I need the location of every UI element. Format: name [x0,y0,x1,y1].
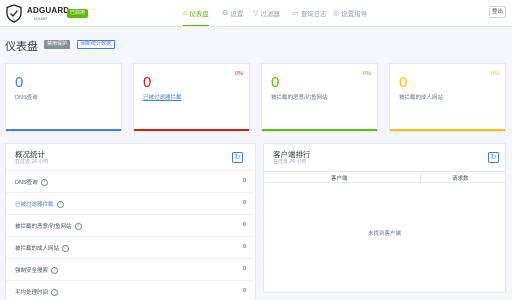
nav-query-log-label: 查询日志 [300,11,327,18]
column-header-requests[interactable]: 请求数 [452,174,469,182]
page-title: 仪表盘 [5,41,38,53]
clients-subtitle: 在过去 24 小时 [273,159,307,165]
nav-dashboard-label: 仪表盘 [189,11,209,18]
stat-bar [6,129,121,131]
gear-icon: ⚙ [222,10,229,17]
stat-card-blocked-filters: 0 0% 已被过滤器拦截 [133,63,250,132]
overview-row: 已被过滤器拦截? 0 [6,192,257,214]
filter-icon: ▽ [253,10,259,17]
row-label: 被拦截的成人网站 [15,246,60,252]
help-icon[interactable]: ? [56,201,64,209]
protection-status-badge: 已启用 [67,9,88,18]
stat-label-link[interactable]: 已被过滤器拦截 [143,93,182,101]
row-label: 强制安全搜索 [15,268,49,274]
overview-row: DNS查询? 0 [6,170,257,192]
guide-icon: ◎ [333,10,340,17]
nav-query-log[interactable]: ▭ 查询日志 [292,6,327,20]
help-icon[interactable]: ? [40,179,48,187]
nav-setup-guide-label: 设置指导 [341,11,368,18]
row-value: 0 [242,222,246,228]
row-value: 0 [242,244,246,250]
stat-value: 0 [271,74,280,91]
help-icon[interactable]: ? [51,267,59,275]
row-label-link[interactable]: 已被过滤器拦截 [15,202,54,208]
stat-percent: 0% [491,71,499,77]
nav-settings-label: 设置 [230,11,244,18]
stat-bar [262,129,377,131]
overview-row: 被拦截的恶意/钓鱼网站? 0 [6,214,257,236]
home-icon: ⌂ [183,9,188,17]
stat-bar [134,129,249,131]
brand-name: ADGUARD [27,6,70,15]
stat-label: 被拦截的成人网站 [399,95,444,101]
row-label: 被拦截的恶意/钓鱼网站 [15,224,72,230]
nav-setup-guide[interactable]: ◎ 设置指导 [333,6,367,20]
logout-button[interactable]: 登出 [489,6,506,18]
nav-filters-label: 过滤器 [260,11,280,18]
column-header-client[interactable]: 客户端 [331,174,348,182]
clients-refresh-button[interactable]: ↻ [488,152,499,163]
nav-filters[interactable]: ▽ 过滤器 [253,6,280,20]
stat-value: 0 [15,74,24,91]
overview-refresh-button[interactable]: ↻ [232,152,243,163]
clients-table-header: 客户端 请求数 [264,171,505,183]
row-value: 0 [242,288,246,294]
overview-row: 被拦截的成人网站? 0 [6,236,257,258]
refresh-icon: ↻ [490,154,497,161]
row-value: 0 [242,178,246,184]
nav-dashboard[interactable]: ⌂ 仪表盘 [183,6,209,26]
row-label: 平均处理时间 [15,290,49,296]
stat-bar [390,129,505,131]
refresh-stats-button[interactable]: 刷新统计数据 [77,40,116,49]
stat-card-adult-blocked: 0 0% 被拦截的成人网站 [389,63,506,132]
stat-percent: 0% [235,71,243,77]
overview-row: 强制安全搜索? 0 [6,258,257,280]
stat-label: 被拦截的恶意/钓鱼网站 [271,95,328,101]
stat-value: 0 [399,74,408,91]
empty-state: 未找到客户端 [367,231,401,237]
row-value: 0 [242,200,246,206]
stat-label: DNS查询 [15,95,38,101]
brand-sub: HOME [34,16,48,21]
stat-value: 0 [143,74,152,91]
disable-protection-button[interactable]: 禁用保护 [44,40,71,49]
nav-settings[interactable]: ⚙ 设置 [222,6,243,20]
overview-row: 平均处理时间? 0 [6,280,257,300]
adguard-shield-icon [6,4,22,23]
top-header: ADGUARD HOME 已启用 ⌂ 仪表盘 ⚙ 设置 ▽ 过滤器 ▭ 查询日志… [0,0,512,27]
refresh-icon: ↻ [234,154,241,161]
stat-card-dns-queries: 0 DNS查询 [5,63,122,132]
top-clients-panel: 客户端排行 在过去 24 小时 ↻ 客户端 请求数 未找到客户端 [263,143,506,293]
stat-percent: 0% [363,71,371,77]
row-value: 0 [242,266,246,272]
overview-panel: 概况统计 在过去 24 小时 ↻ DNS查询? 0 已被过滤器拦截? 0 被拦截… [5,143,257,300]
stat-card-malware-blocked: 0 0% 被拦截的恶意/钓鱼网站 [261,63,378,132]
help-icon[interactable]: ? [51,289,59,297]
help-icon[interactable]: ? [62,245,70,253]
row-label: DNS查询 [15,180,38,186]
help-icon[interactable]: ? [74,223,82,231]
overview-subtitle: 在过去 24 小时 [15,159,49,165]
log-icon: ▭ [292,10,299,17]
